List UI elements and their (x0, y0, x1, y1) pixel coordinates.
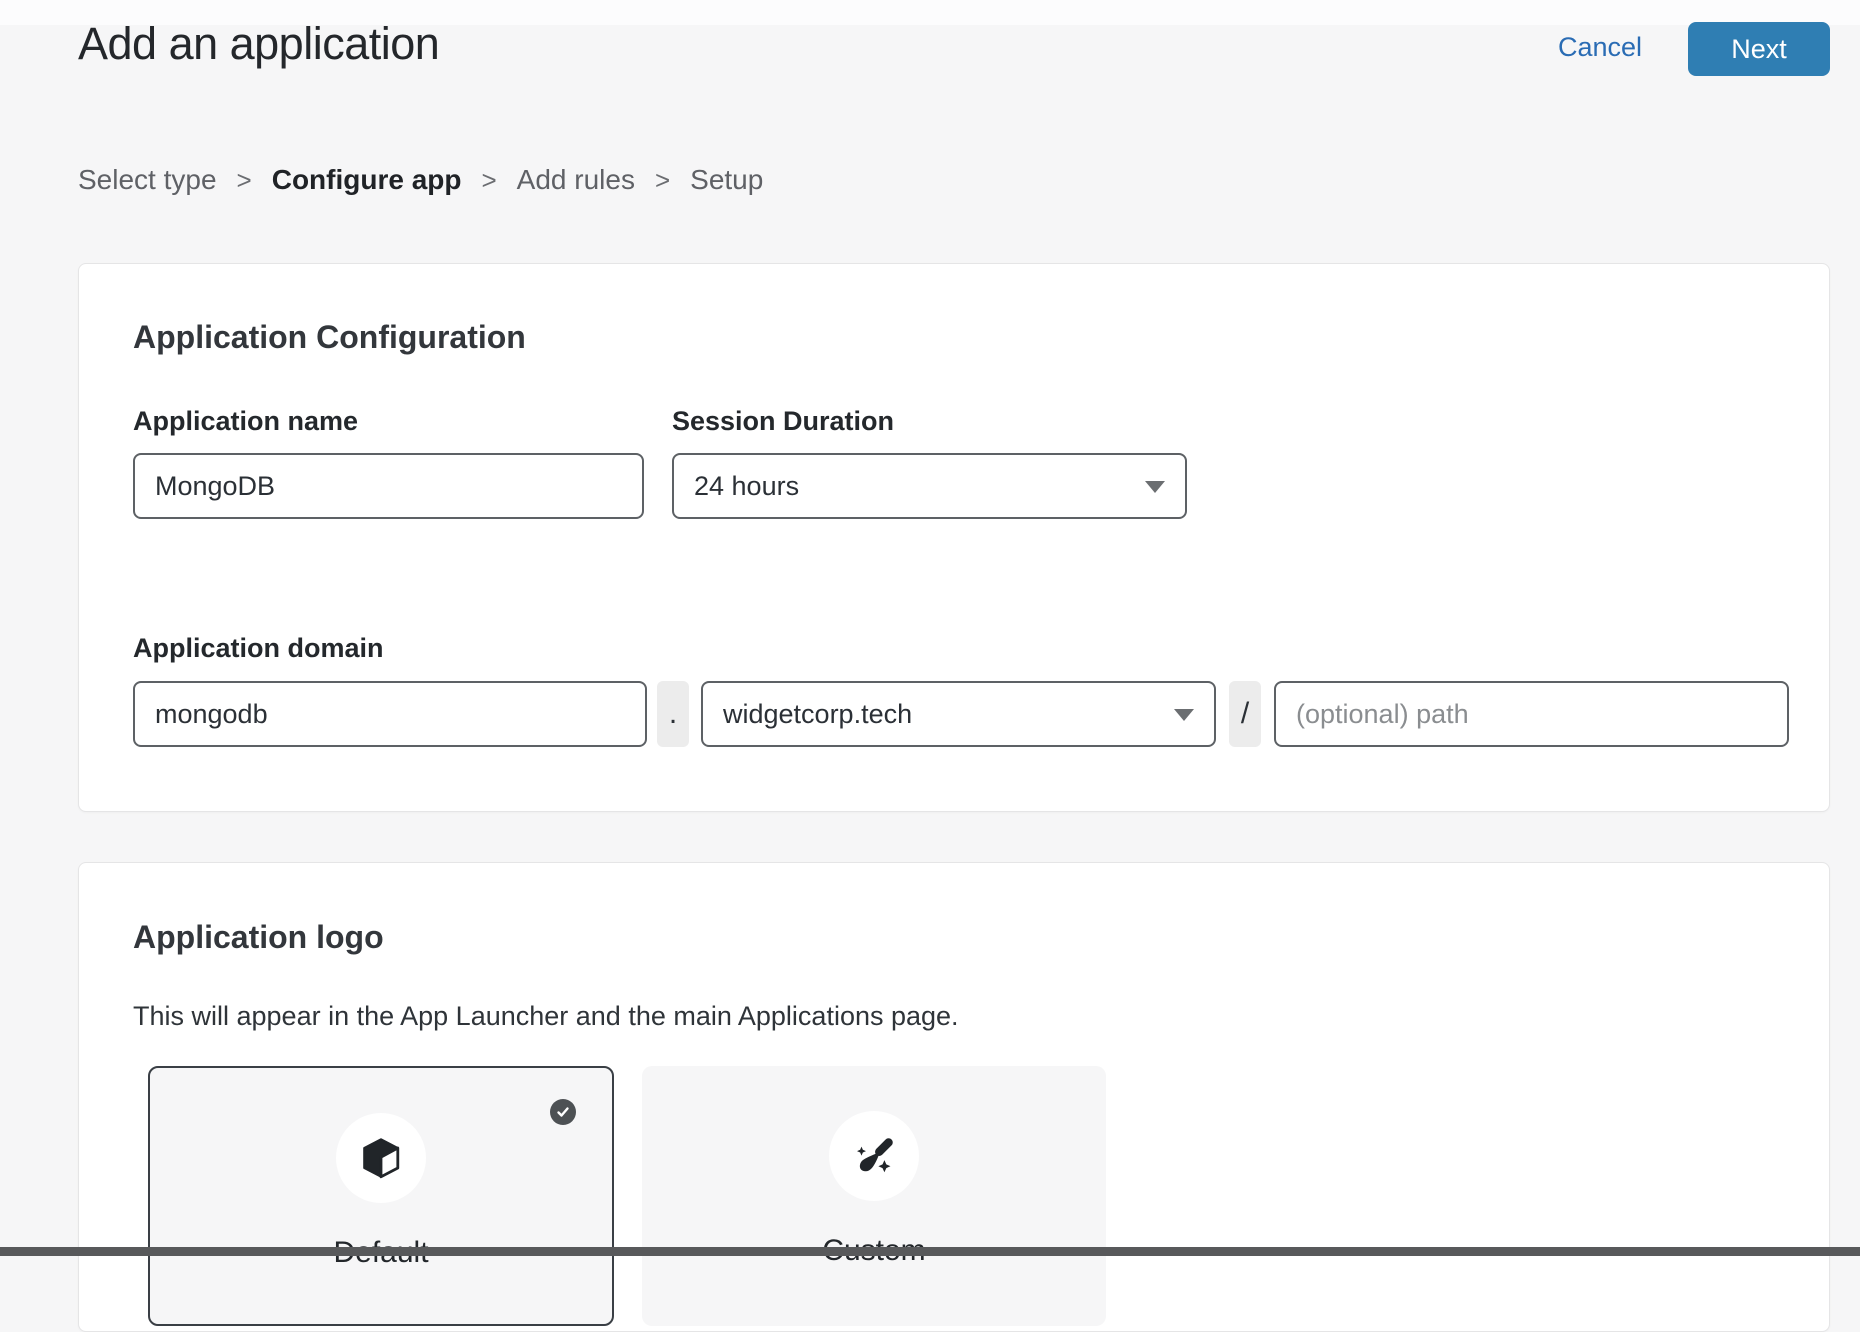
cancel-button[interactable]: Cancel (1558, 32, 1642, 63)
breadcrumb: Select type > Configure app > Add rules … (78, 164, 763, 196)
selected-check-icon (550, 1099, 576, 1125)
application-domain-label: Application domain (133, 633, 384, 664)
application-logo-description: This will appear in the App Launcher and… (133, 1001, 959, 1032)
breadcrumb-step-select-type: Select type (78, 164, 217, 196)
logo-option-default[interactable]: Default (148, 1066, 614, 1326)
domain-select[interactable]: widgetcorp.tech (701, 681, 1216, 747)
subdomain-input[interactable] (133, 681, 647, 747)
application-name-label: Application name (133, 406, 358, 437)
domain-value: widgetcorp.tech (723, 699, 912, 730)
page-title: Add an application (78, 18, 439, 70)
path-slash-separator: / (1229, 681, 1261, 747)
session-duration-label: Session Duration (672, 406, 894, 437)
application-logo-card: Application logo This will appear in the… (78, 862, 1830, 1332)
paintbrush-icon (849, 1131, 899, 1181)
breadcrumb-step-add-rules: Add rules (517, 164, 635, 196)
logo-option-custom[interactable]: Custom (642, 1066, 1106, 1326)
caret-down-icon (1174, 709, 1194, 721)
window-bottom-edge (0, 1247, 1860, 1256)
cube-icon (357, 1134, 405, 1182)
breadcrumb-separator-icon: > (481, 165, 496, 196)
custom-logo-circle (829, 1111, 919, 1201)
session-duration-value: 24 hours (694, 471, 799, 502)
breadcrumb-step-setup: Setup (690, 164, 763, 196)
breadcrumb-step-configure-app: Configure app (272, 164, 462, 196)
path-input[interactable] (1274, 681, 1789, 747)
application-configuration-heading: Application Configuration (133, 319, 526, 356)
next-button[interactable]: Next (1688, 22, 1830, 76)
default-logo-circle (336, 1113, 426, 1203)
caret-down-icon (1145, 481, 1165, 493)
session-duration-select[interactable]: 24 hours (672, 453, 1187, 519)
application-name-input[interactable] (133, 453, 644, 519)
domain-dot-separator: . (657, 681, 689, 747)
breadcrumb-separator-icon: > (655, 165, 670, 196)
application-configuration-card: Application Configuration Application na… (78, 263, 1830, 812)
application-logo-heading: Application logo (133, 919, 384, 956)
breadcrumb-separator-icon: > (237, 165, 252, 196)
